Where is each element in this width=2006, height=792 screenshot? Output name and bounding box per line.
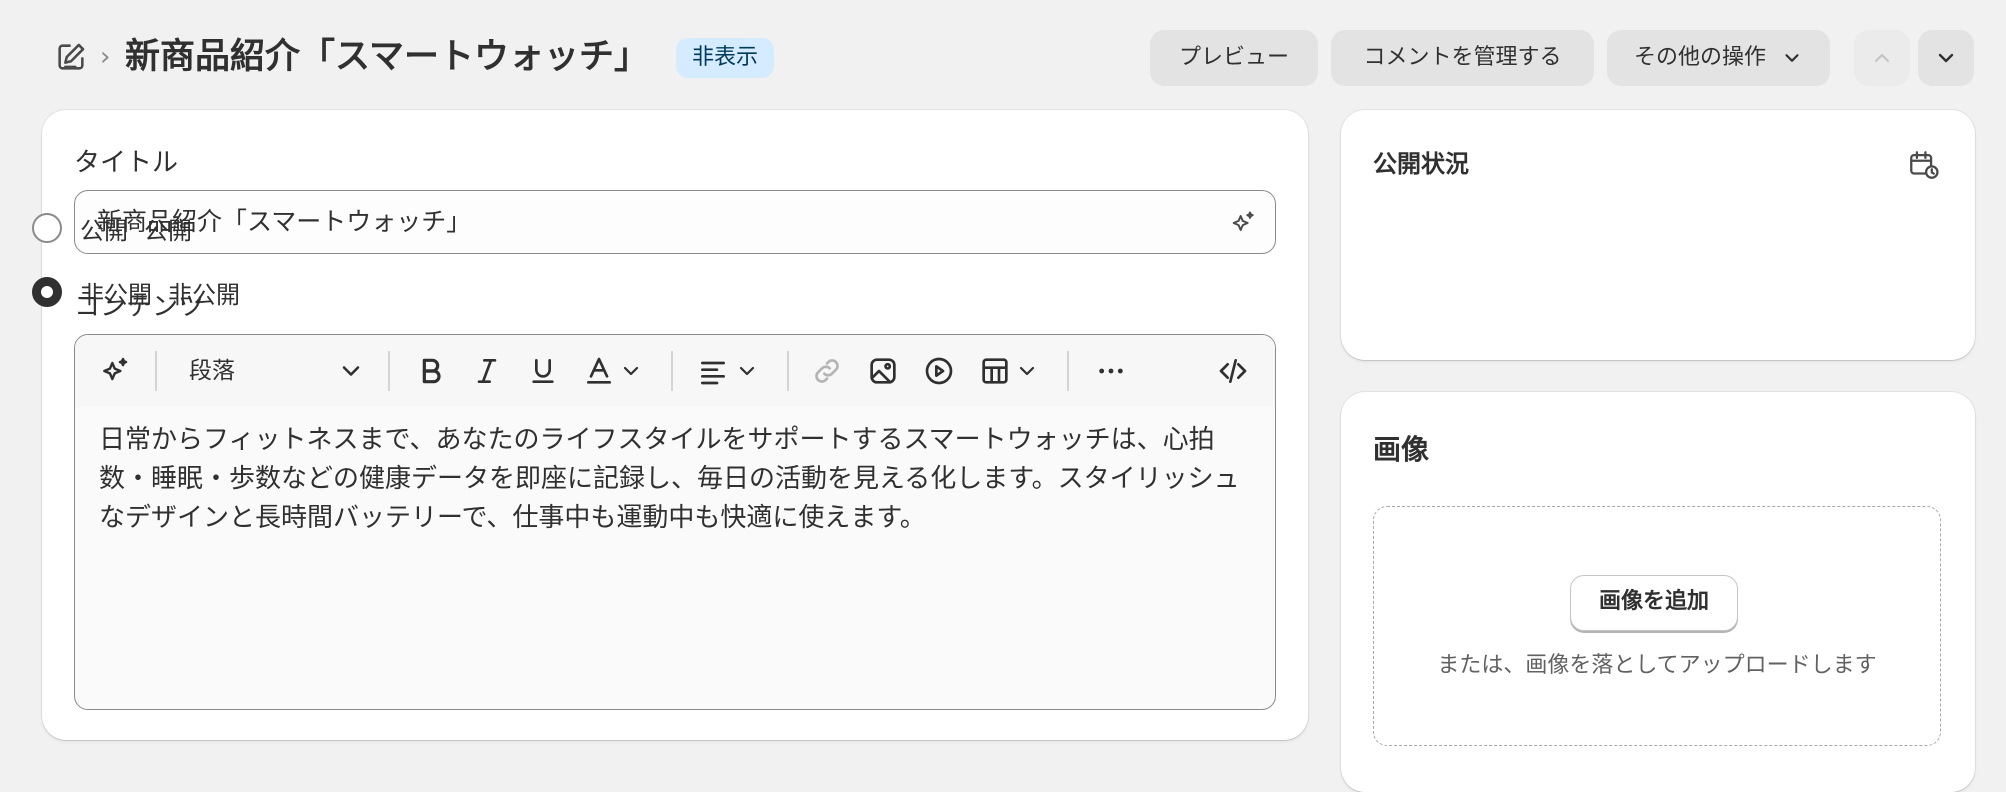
chevron-down-icon[interactable] (337, 355, 365, 387)
breadcrumb-separator: › (100, 42, 111, 72)
insert-image-icon[interactable] (867, 355, 899, 387)
chevron-down-icon[interactable] (735, 355, 759, 387)
ai-sparkle-icon[interactable] (99, 355, 131, 387)
chevron-down-icon[interactable] (619, 355, 643, 387)
toolbar-divider (155, 351, 157, 391)
drop-hint: または、画像を落としてアップロードします (1437, 653, 1877, 678)
link-icon[interactable] (811, 355, 843, 387)
image-dropzone[interactable]: 画像を追加 または、画像を落としてアップロードします (1373, 506, 1941, 746)
ai-generate-icon[interactable] (1229, 209, 1257, 237)
italic-icon[interactable] (471, 355, 503, 387)
next-item-button[interactable] (1918, 30, 1974, 86)
preview-button[interactable]: プレビュー (1150, 30, 1318, 86)
chevron-up-icon (1874, 53, 1890, 63)
html-code-icon[interactable] (1217, 355, 1249, 387)
image-card: 画像 画像を追加 または、画像を落としてアップロードします (1341, 392, 1975, 792)
bold-icon[interactable] (415, 355, 447, 387)
toolbar-divider (671, 351, 673, 391)
toolbar-divider (787, 351, 789, 391)
editor-content[interactable]: 日常からフィットネスまで、あなたのライフスタイルをサポートするスマートウォッチは… (99, 421, 1249, 538)
toolbar-divider (1067, 351, 1069, 391)
chevron-down-icon (1938, 53, 1954, 63)
visibility-option-public[interactable]: 公開 公開 (32, 210, 192, 246)
manage-comments-label: コメントを管理する (1363, 45, 1562, 70)
underline-icon[interactable] (527, 355, 559, 387)
insert-table-icon[interactable] (979, 355, 1011, 387)
preview-button-label: プレビュー (1178, 45, 1289, 70)
radio-private[interactable] (32, 277, 62, 307)
more-actions-label: その他の操作 (1633, 45, 1766, 70)
radio-public-label: 公開 (80, 216, 128, 245)
visibility-heading: 公開状況 (1373, 150, 1469, 178)
insert-video-icon[interactable] (923, 355, 955, 387)
more-actions-button[interactable]: その他の操作 (1607, 30, 1830, 86)
image-heading: 画像 (1373, 433, 1430, 466)
title-label: タイトル (74, 148, 179, 178)
radio-private-label: 非公開 (80, 280, 152, 309)
radio-private-sublabel: 非公開 (168, 280, 240, 309)
radio-public[interactable] (32, 213, 62, 243)
manage-comments-button[interactable]: コメントを管理する (1331, 30, 1594, 86)
paragraph-format-select[interactable]: 段落 (189, 353, 235, 389)
editor-toolbar: 段落 (75, 335, 1275, 407)
rich-text-editor: 段落 日常からフィットネスまで、あなたのライフスタイルをサポートするスマートウォ… (74, 334, 1276, 710)
title-input[interactable]: 新商品紹介「スマートウォッチ」 (74, 190, 1276, 254)
status-badge: 非表示 (676, 38, 775, 78)
page-header: › 新商品紹介「スマートウォッチ」 非表示 プレビュー コメントを管理する その… (0, 0, 2006, 116)
visibility-card: 公開状況 (1341, 110, 1975, 360)
toolbar-divider (388, 351, 390, 391)
visibility-option-private[interactable]: 非公開 非公開 (32, 274, 240, 310)
page-title: 新商品紹介「スマートウォッチ」 (125, 37, 649, 77)
previous-item-button[interactable] (1854, 30, 1910, 86)
chevron-down-icon (1781, 47, 1803, 69)
post-editor-card: タイトル 新商品紹介「スマートウォッチ」 コンテンツ 段落 日常からフィットネス… (42, 110, 1308, 740)
add-image-button[interactable]: 画像を追加 (1570, 575, 1738, 631)
chevron-down-icon[interactable] (1015, 355, 1039, 387)
more-formatting-icon[interactable] (1093, 355, 1129, 387)
schedule-calendar-icon[interactable] (1907, 148, 1941, 182)
radio-public-sublabel: 公開 (144, 216, 192, 245)
align-left-icon[interactable] (697, 355, 729, 387)
text-color-icon[interactable] (583, 355, 615, 387)
edit-post-icon[interactable] (54, 40, 88, 74)
